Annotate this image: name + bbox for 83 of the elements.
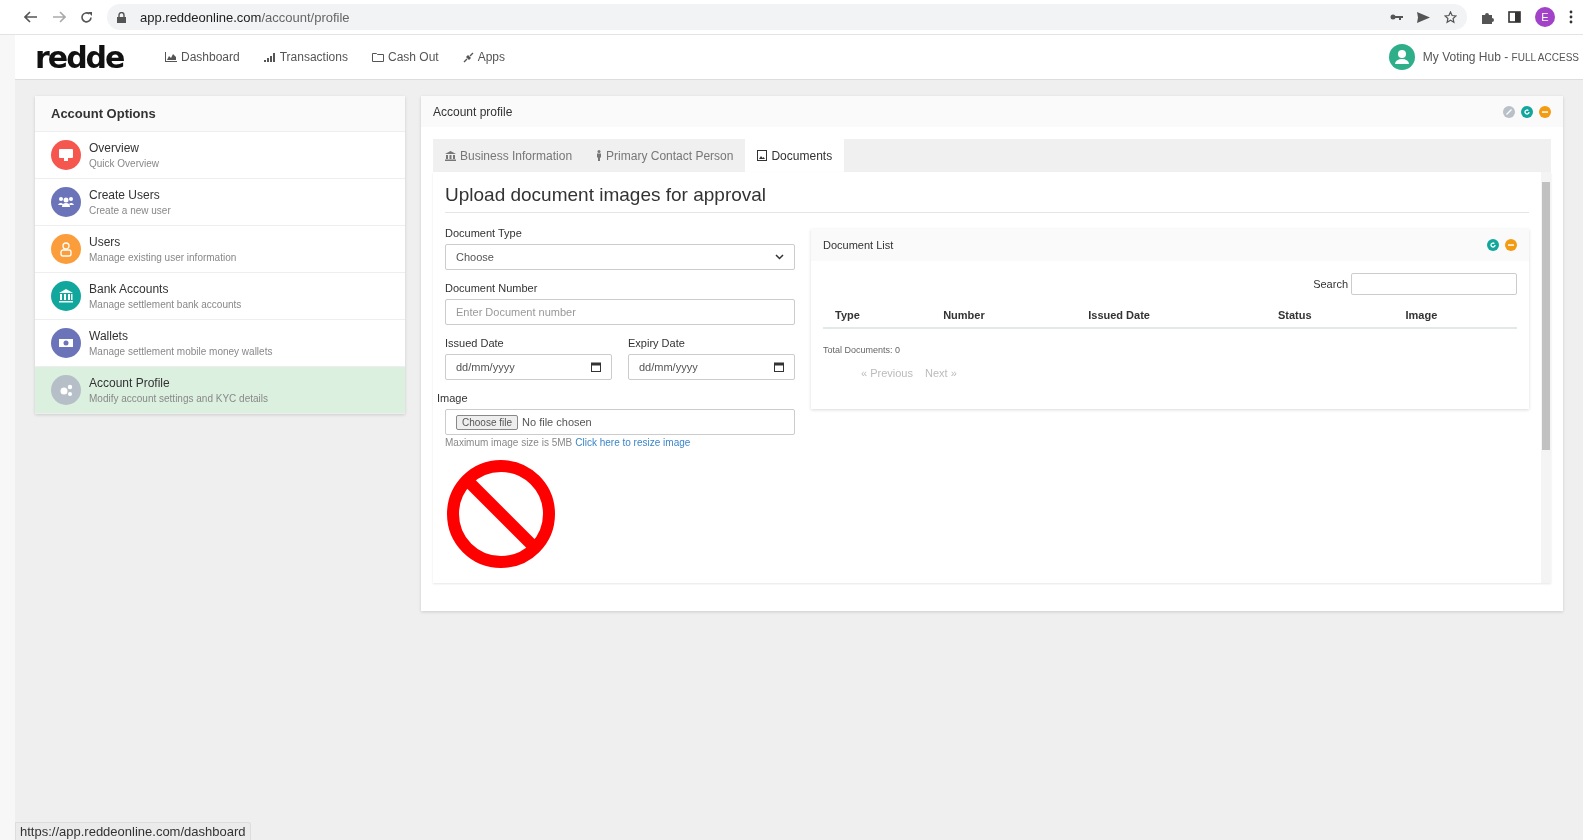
nav-link[interactable]: Dashboard [181, 50, 240, 64]
logo[interactable]: redde [35, 39, 165, 75]
column-header: Issued Date [1076, 303, 1266, 328]
date-field[interactable]: dd/mm/yyyy [445, 354, 612, 380]
column-header: Number [931, 303, 1077, 328]
profile-avatar[interactable]: E [1535, 7, 1555, 27]
column-header: Type [823, 303, 932, 328]
more-icon[interactable] [1569, 10, 1573, 24]
item-subtitle: Quick Overview [89, 158, 159, 169]
send-icon[interactable] [1417, 11, 1430, 23]
field-label: Document Number [445, 282, 539, 294]
item-subtitle: Create a new user [89, 205, 171, 216]
select-field[interactable]: Choose [445, 244, 795, 270]
tab[interactable]: Business Information [433, 139, 585, 172]
prohibited-icon [445, 458, 557, 570]
key-icon[interactable] [1390, 13, 1403, 21]
nav-link[interactable]: Apps [477, 50, 506, 64]
field-label: Document Type [445, 227, 523, 239]
status-url: https://app.reddeonline.com/dashboard [15, 822, 251, 840]
avatar-icon[interactable] [1388, 44, 1415, 70]
gears-icon [60, 384, 73, 396]
item-title: Users [89, 235, 122, 249]
item-title: Overview [89, 141, 140, 155]
side-panel-icon[interactable] [1508, 11, 1521, 23]
puzzle-icon[interactable] [1481, 10, 1494, 24]
item-title: Bank Accounts [89, 282, 170, 296]
signal-icon [263, 52, 276, 62]
item-subtitle: Manage existing user information [89, 252, 237, 263]
sidebar-item[interactable]: Bank Accounts Manage settlement bank accounts [35, 273, 405, 320]
item-title: Wallets [89, 329, 129, 343]
field-label: Expiry Date [628, 337, 686, 349]
panel-title: Account profile [433, 104, 514, 119]
back-icon[interactable] [24, 11, 38, 23]
column-header: Image [1393, 303, 1517, 328]
item-title: Create Users [89, 188, 161, 202]
resize-link[interactable]: Click here to resize image [575, 437, 691, 448]
bank-icon [445, 150, 456, 161]
item-subtitle: Manage settlement bank accounts [89, 299, 242, 310]
sidebar-item[interactable]: Create Users Create a new user [35, 179, 405, 226]
monitor-icon [59, 149, 73, 161]
search-field[interactable] [1351, 273, 1517, 295]
users-icon [58, 197, 74, 207]
section-heading: Upload document images for approval [445, 184, 1529, 213]
field-label: Issued Date [445, 337, 505, 349]
item-subtitle: Modify account settings and KYC details [89, 393, 268, 404]
banknote-icon [59, 339, 73, 347]
star-icon[interactable] [1444, 10, 1457, 24]
refresh-icon[interactable] [1521, 105, 1533, 118]
nav-link[interactable]: Cash Out [387, 50, 439, 64]
tab[interactable]: Documents [745, 139, 845, 172]
url-text: app.reddeonline.com/account/profile [140, 9, 351, 25]
field-label: Image [437, 392, 469, 404]
nav-link[interactable]: Transactions [279, 50, 348, 64]
image-icon [757, 150, 768, 161]
sidebar-item[interactable]: Overview Quick Overview [35, 132, 405, 179]
file-input[interactable]: Choose file No file chosen [445, 409, 795, 435]
refresh-icon[interactable] [1487, 239, 1499, 251]
address-bar[interactable]: app.reddeonline.com/account/profile [107, 4, 1467, 30]
sidebar-item[interactable]: Users Manage existing user information [35, 226, 405, 273]
scrollbar[interactable] [1541, 172, 1551, 583]
item-title: Account Profile [89, 376, 171, 390]
account-menu[interactable]: My Voting Hub - FULL ACCESS [1422, 50, 1579, 64]
bank-icon [59, 289, 73, 303]
sidebar-title: Account Options [35, 96, 405, 132]
search-label: Search [1313, 278, 1348, 290]
plug-icon [462, 51, 474, 63]
panel-title: Document List [823, 239, 895, 251]
reload-icon[interactable] [80, 10, 93, 24]
hint-text: Maximum image size is 5MB Click here to resize image [445, 437, 692, 448]
lock-icon [117, 11, 126, 23]
sidebar-item[interactable]: Account Profile Modify account settings and KYC details [35, 367, 405, 414]
calendar-icon[interactable] [774, 362, 784, 372]
user-icon [60, 242, 72, 257]
calendar-icon[interactable] [591, 362, 601, 372]
date-field[interactable]: dd/mm/yyyy [628, 354, 795, 380]
tab[interactable]: Primary Contact Person [584, 139, 746, 172]
total-count: Total Documents: 0 [823, 345, 902, 355]
item-subtitle: Manage settlement mobile money wallets [89, 346, 273, 357]
chart-icon [165, 52, 177, 62]
column-header: Status [1265, 303, 1394, 328]
folder-icon [371, 52, 384, 62]
person-icon [596, 150, 603, 161]
chevron-icon [775, 254, 784, 260]
